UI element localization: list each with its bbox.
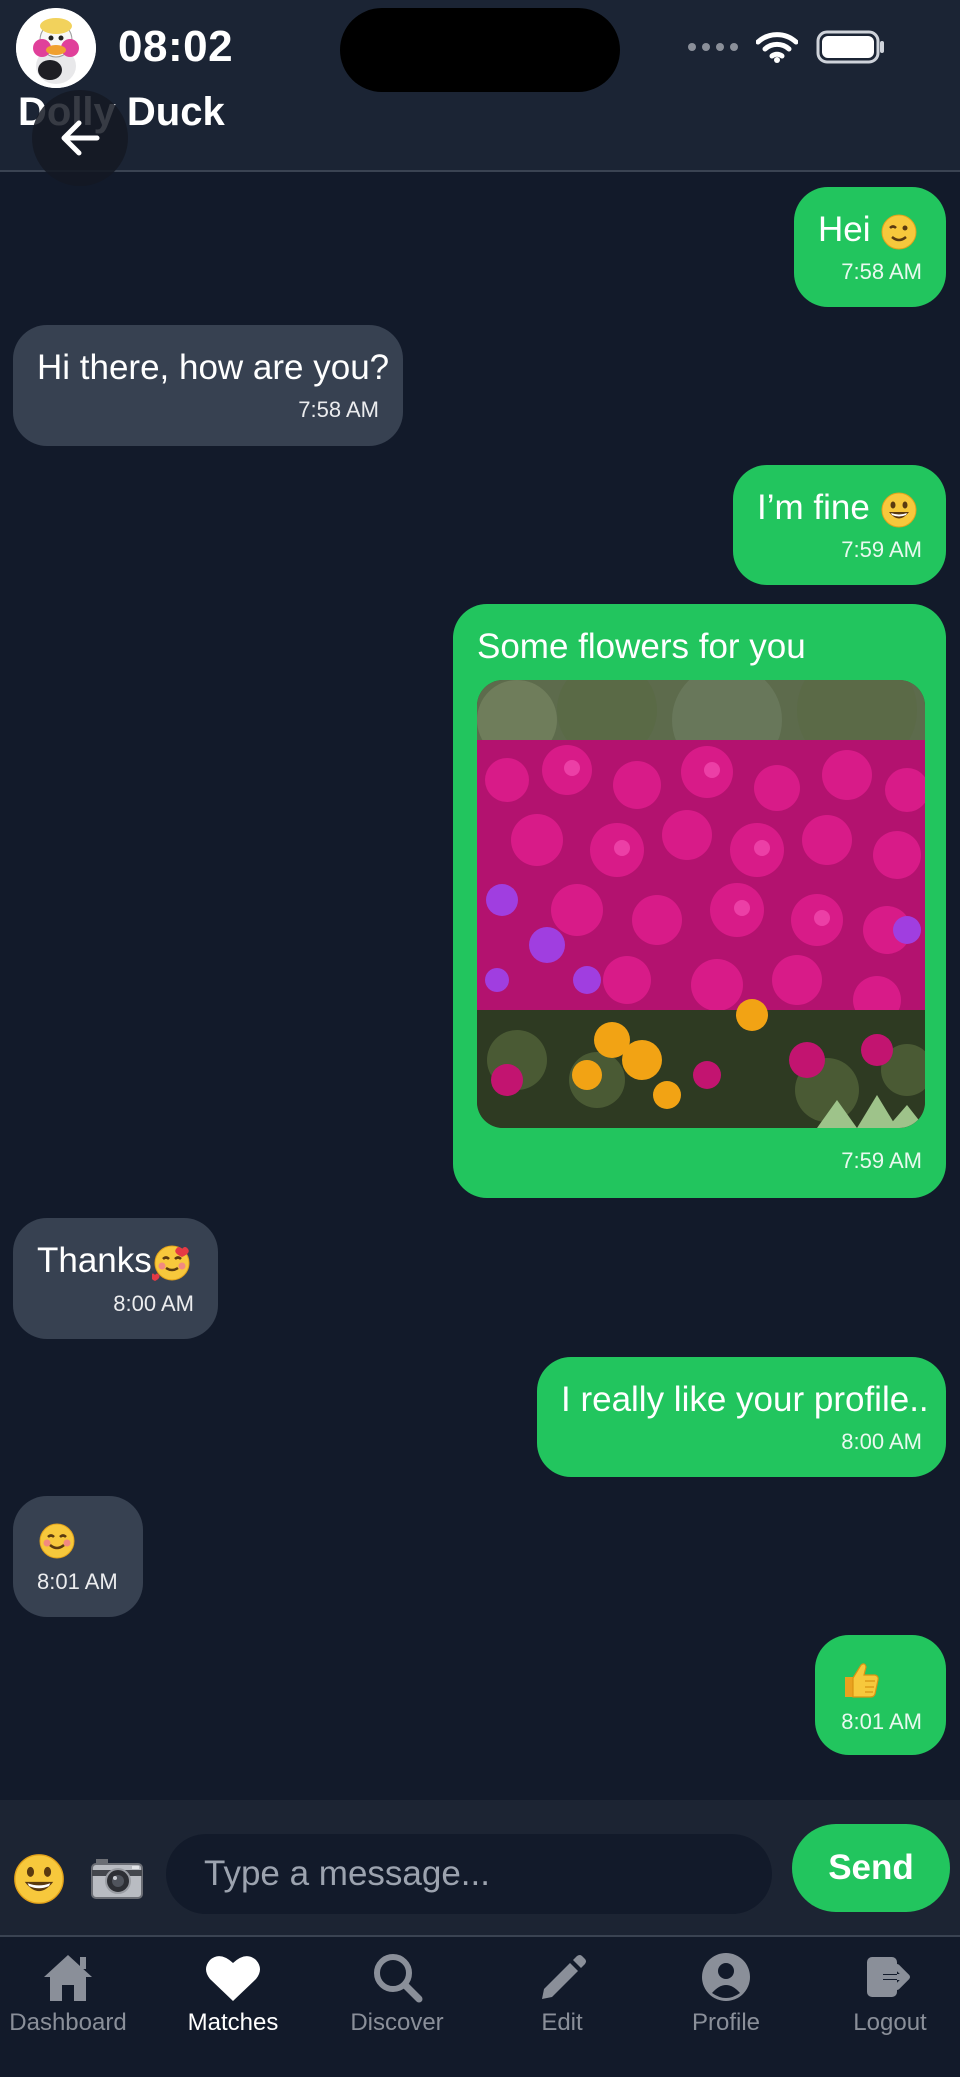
tab-label: Profile [691, 2009, 761, 2036]
heart-icon [206, 1956, 260, 2001]
chat-header: 08:02 Dolly Duck [0, 0, 960, 186]
camera-icon [91, 1859, 143, 1899]
message-time: 8:00 AM [113, 1290, 194, 1316]
home-icon [44, 1955, 92, 2001]
tab-logout[interactable]: Logout [815, 1951, 960, 2037]
dynamic-island [340, 8, 620, 92]
blush-emoji [39, 1523, 75, 1559]
arrow-left-icon [61, 120, 100, 156]
wink-emoji [881, 214, 917, 250]
tab-matches[interactable]: Matches [158, 1951, 308, 2037]
tab-label: Dashboard [9, 2009, 127, 2036]
tab-profile[interactable]: Profile [651, 1951, 801, 2037]
logout-icon [867, 1957, 910, 1997]
message-time: 7:59 AM [841, 1148, 922, 1173]
message-time: 8:01 AM [37, 1568, 118, 1594]
avatar[interactable] [16, 8, 96, 88]
message-time: 8:00 AM [841, 1429, 922, 1454]
message-text [37, 1518, 119, 1561]
message-bubble-outgoing[interactable]: I really like your profile.. 8:00 AM [537, 1357, 946, 1477]
message-text [839, 1657, 922, 1701]
message-text: Thanks [37, 1240, 194, 1283]
wifi-icon [756, 32, 798, 63]
message-bubble-incoming[interactable]: 8:01 AM [13, 1496, 143, 1617]
status-icons [688, 30, 886, 64]
message-time: 7:58 AM [841, 259, 922, 284]
grin-emoji [881, 492, 917, 528]
message-bubble-incoming[interactable]: Hi there, how are you? 7:58 AM [13, 325, 403, 446]
message-text: Hei [818, 209, 922, 251]
send-button[interactable]: Send [792, 1824, 950, 1912]
message-text: I’m fine [757, 487, 922, 529]
flowers-photo[interactable] [477, 680, 925, 1128]
tab-dashboard[interactable]: Dashboard [0, 1951, 143, 2037]
grin-emoji [14, 1854, 64, 1904]
message-bubble-outgoing-photo[interactable]: Some flowers for you 7:59 AM [453, 604, 946, 1198]
tab-label: Discover [350, 2009, 444, 2036]
message-composer: Send [0, 1800, 960, 1937]
user-circle-icon [702, 1953, 750, 2001]
message-bubble-outgoing[interactable]: Hei 7:58 AM [794, 187, 946, 307]
tab-label: Logout [853, 2009, 927, 2036]
bottom-tab-bar: Dashboard Matches Discover Edit Profile [0, 1937, 960, 2077]
tab-label: Edit [541, 2009, 583, 2036]
message-text: Some flowers for you [477, 627, 806, 666]
back-button[interactable] [32, 90, 128, 186]
status-clock: 08:02 [118, 22, 234, 71]
emoji-button[interactable] [12, 1852, 66, 1906]
message-time: 7:58 AM [298, 397, 379, 422]
camera-button[interactable] [88, 1852, 146, 1906]
battery-icon [816, 30, 884, 64]
message-time: 8:01 AM [841, 1708, 922, 1734]
message-bubble-outgoing[interactable]: I’m fine 7:59 AM [733, 465, 946, 585]
message-time: 7:59 AM [841, 537, 922, 562]
cellular-signal-icon [688, 43, 738, 51]
message-text: I really like your profile.. [561, 1380, 929, 1419]
message-input[interactable] [166, 1834, 772, 1914]
pencil-icon [542, 1955, 586, 1999]
message-bubble-incoming[interactable]: Thanks 8:00 AM [13, 1218, 218, 1339]
tab-edit[interactable]: Edit [487, 1951, 637, 2037]
message-text: Hi there, how are you? [37, 348, 390, 387]
thumbs-up-emoji [845, 1663, 879, 1698]
tab-label: Matches [187, 2009, 279, 2036]
search-icon [374, 1954, 423, 2003]
tab-discover[interactable]: Discover [322, 1951, 472, 2037]
message-bubble-outgoing[interactable]: 8:01 AM [815, 1635, 946, 1755]
smiling-hearts-emoji [151, 1245, 190, 1281]
